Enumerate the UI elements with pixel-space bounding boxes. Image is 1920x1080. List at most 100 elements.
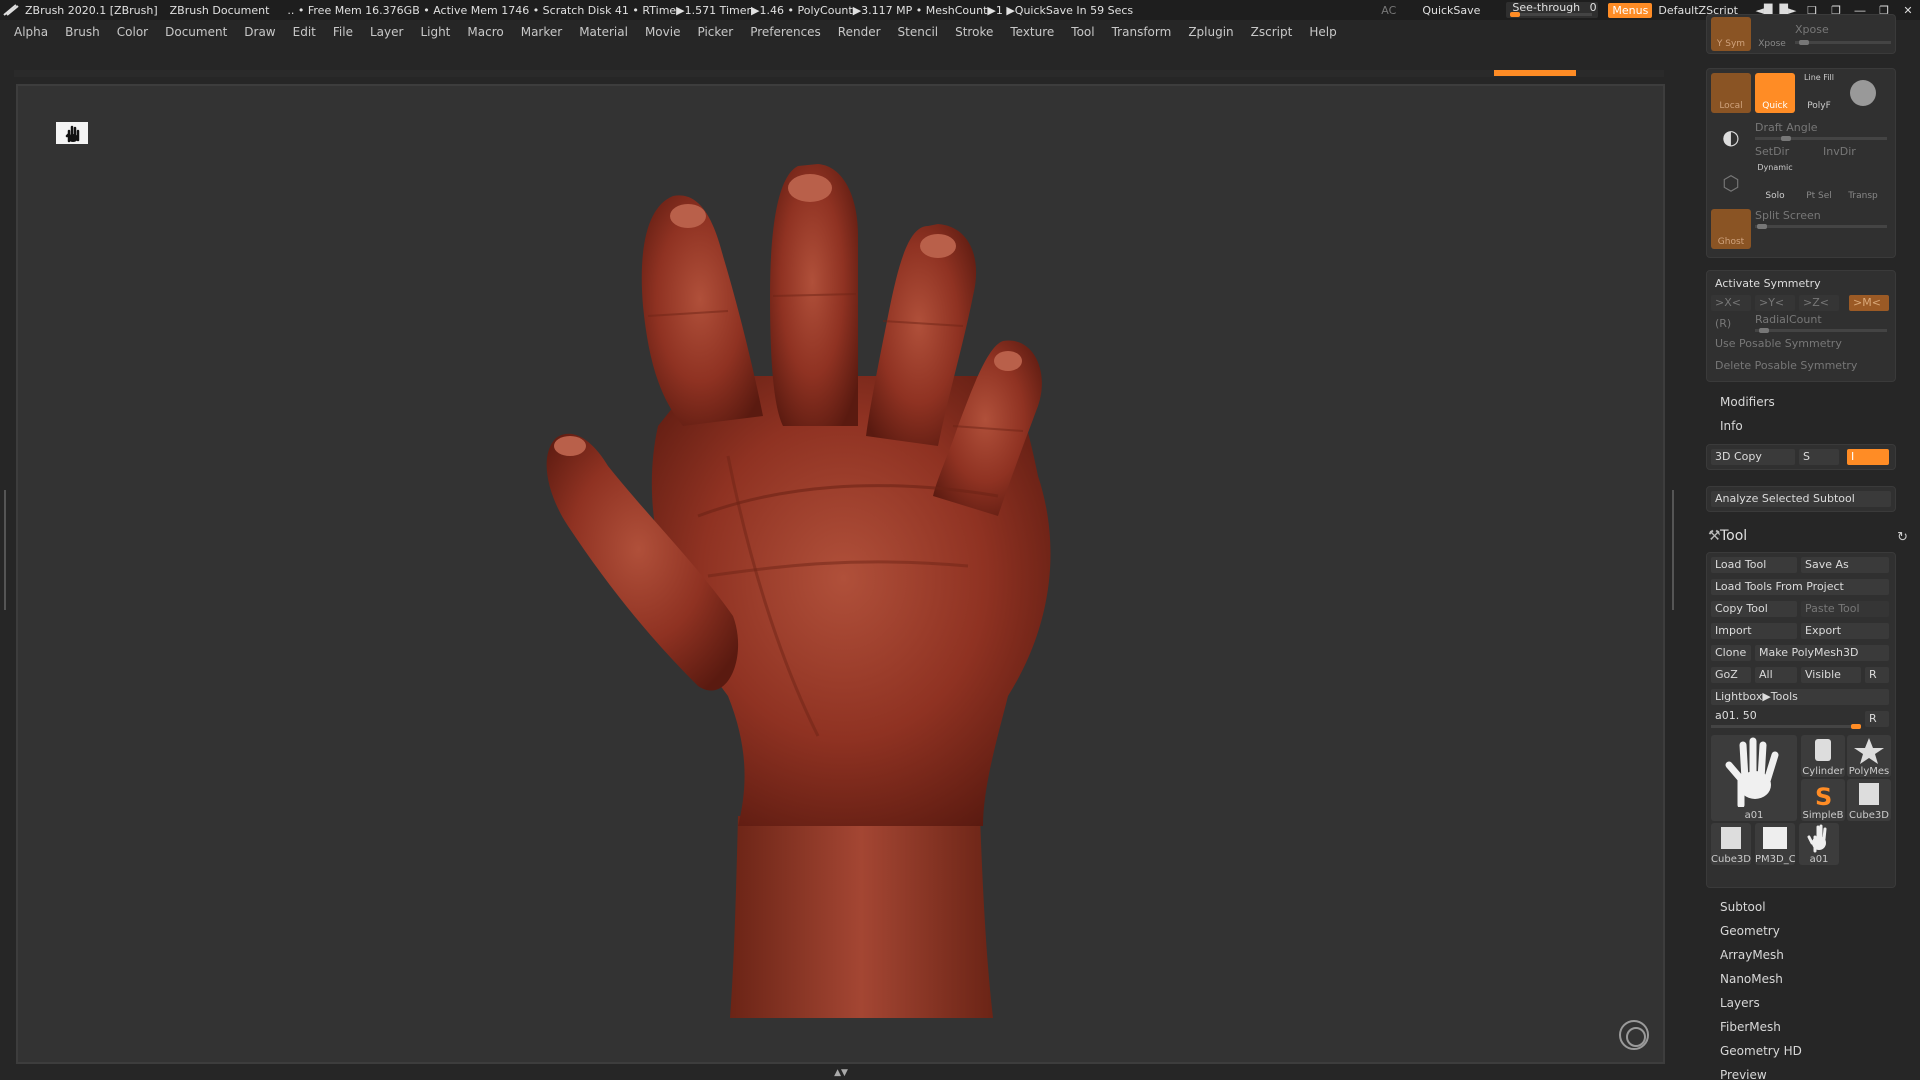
preview-section[interactable]: Preview: [1720, 1068, 1767, 1080]
tool-palette-header[interactable]: ⚒ Tool ↻: [1708, 528, 1910, 552]
menu-color[interactable]: Color: [115, 23, 150, 41]
menu-brush[interactable]: Brush: [63, 23, 102, 41]
tool-thumb-cube3d-2[interactable]: Cube3D: [1711, 823, 1751, 865]
geometry-section[interactable]: Geometry: [1720, 924, 1780, 938]
tool-thumb-simplebrush[interactable]: S SimpleB: [1801, 779, 1845, 821]
menu-texture[interactable]: Texture: [1008, 23, 1056, 41]
goz-all-button[interactable]: All: [1755, 667, 1797, 683]
solo-button[interactable]: Dynamic Solo: [1755, 163, 1795, 203]
menu-preferences[interactable]: Preferences: [748, 23, 823, 41]
menu-macro[interactable]: Macro: [465, 23, 505, 41]
ac-label[interactable]: AC: [1381, 4, 1396, 17]
menu-picker[interactable]: Picker: [695, 23, 735, 41]
lightbox-tools-button[interactable]: Lightbox▶Tools: [1711, 689, 1889, 705]
delete-posable-symmetry-button[interactable]: Delete Posable Symmetry: [1715, 359, 1857, 372]
export-button[interactable]: Export: [1801, 623, 1889, 639]
menu-layer[interactable]: Layer: [368, 23, 405, 41]
analyze-selected-subtool-button[interactable]: Analyze Selected Subtool: [1711, 491, 1891, 507]
menu-render[interactable]: Render: [836, 23, 883, 41]
hand-3d-model[interactable]: [498, 96, 1138, 1056]
copy3d-s-button[interactable]: S: [1799, 449, 1839, 465]
xpose-slider[interactable]: [1795, 40, 1891, 45]
setdir-button[interactable]: SetDir: [1755, 145, 1789, 158]
contrast-icon[interactable]: ◐: [1711, 117, 1751, 157]
menu-transform[interactable]: Transform: [1110, 23, 1174, 41]
pt-sel-button[interactable]: Pt Sel: [1799, 163, 1839, 203]
tool-thumb-a01-large[interactable]: a01: [1711, 735, 1797, 821]
left-tray-handle[interactable]: [4, 490, 10, 610]
copy-tool-button[interactable]: Copy Tool: [1711, 601, 1797, 617]
menu-zplugin[interactable]: Zplugin: [1186, 23, 1235, 41]
subtool-section[interactable]: Subtool: [1720, 900, 1766, 914]
menu-alpha[interactable]: Alpha: [12, 23, 50, 41]
paste-tool-button[interactable]: Paste Tool: [1801, 601, 1889, 617]
menu-light[interactable]: Light: [418, 23, 452, 41]
load-tool-button[interactable]: Load Tool: [1711, 557, 1797, 573]
draft-angle-slider[interactable]: [1755, 136, 1887, 141]
radial-count-slider[interactable]: [1755, 328, 1887, 333]
bottom-tray-handle[interactable]: ▲▼: [776, 1068, 906, 1078]
quicksave-button[interactable]: QuickSave: [1422, 4, 1480, 17]
menu-draw[interactable]: Draw: [242, 23, 277, 41]
info-section[interactable]: Info: [1720, 419, 1743, 433]
menu-material[interactable]: Material: [577, 23, 630, 41]
menu-stroke[interactable]: Stroke: [953, 23, 995, 41]
sphere-material-icon[interactable]: [1843, 73, 1883, 113]
see-through-slider[interactable]: See-through 0: [1506, 2, 1599, 18]
layers-section[interactable]: Layers: [1720, 996, 1760, 1010]
current-tool-slider-label[interactable]: a01. 50: [1715, 709, 1757, 722]
close-icon[interactable]: ✕: [1896, 4, 1920, 17]
make-polymesh3d-button[interactable]: Make PolyMesh3D: [1755, 645, 1889, 661]
menus-toggle-button[interactable]: Menus: [1608, 2, 1653, 18]
tool-thumb-cube3d-1[interactable]: Cube3D: [1847, 779, 1891, 821]
menu-help[interactable]: Help: [1307, 23, 1338, 41]
y-sym-button[interactable]: Y Sym: [1711, 17, 1751, 51]
cube-icon[interactable]: ⬡: [1711, 163, 1751, 203]
import-button[interactable]: Import: [1711, 623, 1797, 639]
save-as-button[interactable]: Save As: [1801, 557, 1889, 573]
arraymesh-section[interactable]: ArrayMesh: [1720, 948, 1784, 962]
menu-edit[interactable]: Edit: [291, 23, 318, 41]
sym-m-button[interactable]: >M<: [1849, 295, 1889, 311]
geometry-hd-section[interactable]: Geometry HD: [1720, 1044, 1802, 1058]
tool-thumb-pm3d[interactable]: PM3D_C: [1755, 823, 1795, 865]
current-tool-slider[interactable]: [1711, 724, 1861, 729]
sym-x-button[interactable]: >X<: [1711, 295, 1751, 311]
polyf-button[interactable]: Line Fill PolyF: [1799, 73, 1839, 113]
menu-document[interactable]: Document: [163, 23, 229, 41]
load-tools-from-project-button[interactable]: Load Tools From Project: [1711, 579, 1889, 595]
split-screen-slider[interactable]: [1755, 224, 1887, 229]
sym-z-button[interactable]: >Z<: [1799, 295, 1839, 311]
tool-thumb-polymesh[interactable]: PolyMes: [1847, 735, 1891, 777]
menu-tool[interactable]: Tool: [1069, 23, 1096, 41]
tool-r-button[interactable]: R: [1865, 711, 1889, 727]
copy3d-i-button[interactable]: I: [1847, 449, 1889, 465]
canvas-viewport[interactable]: [16, 84, 1665, 1064]
hand-icon[interactable]: [56, 122, 88, 144]
tool-thumb-a01-small[interactable]: a01: [1799, 823, 1839, 865]
quick-button[interactable]: Quick: [1755, 73, 1795, 113]
menu-file[interactable]: File: [331, 23, 355, 41]
radial-r-button[interactable]: (R): [1715, 317, 1731, 330]
fibermesh-section[interactable]: FiberMesh: [1720, 1020, 1781, 1034]
tool-thumb-cylinder[interactable]: Cylinder: [1801, 735, 1845, 777]
goz-visible-button[interactable]: Visible: [1801, 667, 1861, 683]
invdir-button[interactable]: InvDir: [1823, 145, 1856, 158]
menu-stencil[interactable]: Stencil: [896, 23, 941, 41]
navigation-circle-icon[interactable]: [1619, 1020, 1649, 1050]
sym-y-button[interactable]: >Y<: [1755, 295, 1795, 311]
use-posable-symmetry-button[interactable]: Use Posable Symmetry: [1715, 337, 1842, 350]
clone-button[interactable]: Clone: [1711, 645, 1751, 661]
menu-movie[interactable]: Movie: [643, 23, 683, 41]
transp-button[interactable]: Transp: [1843, 163, 1883, 203]
right-tray-handle[interactable]: [1672, 490, 1678, 610]
activate-symmetry-button[interactable]: Activate Symmetry: [1715, 277, 1821, 290]
local-button[interactable]: Local: [1711, 73, 1751, 113]
xpose-button[interactable]: Xpose: [1755, 17, 1789, 51]
menu-marker[interactable]: Marker: [519, 23, 564, 41]
nanomesh-section[interactable]: NanoMesh: [1720, 972, 1783, 986]
modifiers-section[interactable]: Modifiers: [1720, 395, 1775, 409]
goz-r-button[interactable]: R: [1865, 667, 1889, 683]
ghost-button[interactable]: Ghost: [1711, 209, 1751, 249]
goz-button[interactable]: GoZ: [1711, 667, 1751, 683]
